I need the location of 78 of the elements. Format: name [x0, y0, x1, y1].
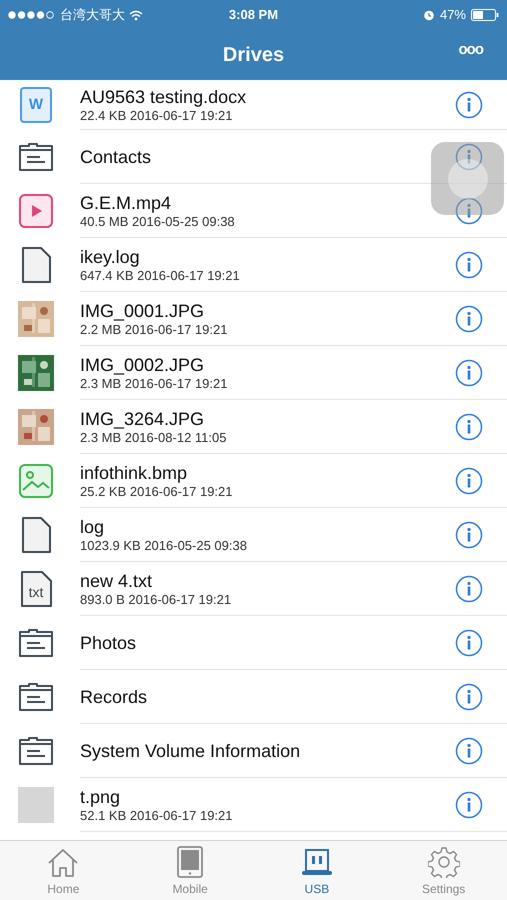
- text-file-icon: txt: [19, 570, 53, 608]
- file-details: 22.4 KB 2016-06-17 19:21: [80, 108, 234, 123]
- file-details: 2.3 MB 2016-08-12 11:05: [80, 430, 228, 445]
- file-row[interactable]: G.E.M.mp4 40.5 MB 2016-05-25 09:38: [0, 184, 507, 238]
- file-name: System Volume Information: [80, 740, 302, 762]
- file-details: 647.4 KB 2016-06-17 19:21: [80, 268, 241, 283]
- thumbnail: [18, 787, 54, 823]
- file-row[interactable]: Records: [0, 670, 507, 724]
- file-details: 2.2 MB 2016-06-17 19:21: [80, 322, 228, 337]
- file-row[interactable]: infothink.bmp 25.2 KB 2016-06-17 19:21: [0, 454, 507, 508]
- info-icon[interactable]: [455, 412, 483, 440]
- file-row[interactable]: ikey.log 647.4 KB 2016-06-17 19:21: [0, 238, 507, 292]
- home-icon: [46, 848, 80, 878]
- info-icon[interactable]: [455, 90, 483, 118]
- info-icon[interactable]: [455, 466, 483, 494]
- file-icon: [20, 246, 52, 284]
- file-name: Records: [80, 686, 148, 708]
- file-row[interactable]: txt new 4.txt 893.0 B 2016-06-17 19:21: [0, 562, 507, 616]
- file-row[interactable]: t.png 52.1 KB 2016-06-17 19:21: [0, 778, 507, 832]
- file-row[interactable]: IMG_3264.JPG 2.3 MB 2016-08-12 11:05: [0, 400, 507, 454]
- file-row[interactable]: log 1023.9 KB 2016-05-25 09:38: [0, 508, 507, 562]
- file-details: 893.0 B 2016-06-17 19:21: [80, 592, 232, 607]
- tab-button[interactable]: USB: [254, 841, 380, 900]
- file-details: 2.3 MB 2016-06-17 19:21: [80, 376, 228, 391]
- usb-drive-icon: [300, 848, 333, 878]
- file-details: 1023.9 KB 2016-05-25 09:38: [80, 538, 248, 553]
- word-document-icon: W: [20, 87, 52, 123]
- more-button[interactable]: ooo: [458, 42, 483, 57]
- file-name: IMG_3264.JPG: [80, 408, 206, 430]
- file-name: G.E.M.mp4: [80, 192, 172, 214]
- file-name: AU9563 testing.docx: [80, 86, 248, 108]
- file-name: IMG_0001.JPG: [80, 300, 206, 322]
- tablet-icon: [177, 846, 204, 878]
- info-icon[interactable]: [455, 682, 483, 710]
- file-icon: [20, 516, 52, 554]
- alarm-icon: [422, 9, 435, 21]
- info-icon[interactable]: [455, 250, 483, 278]
- settings-icon: [428, 846, 460, 878]
- info-icon[interactable]: [455, 358, 483, 386]
- file-details: 52.1 KB 2016-06-17 19:21: [80, 808, 234, 823]
- info-icon[interactable]: [455, 790, 483, 818]
- image-file-icon: [19, 464, 53, 498]
- file-name: t.png: [80, 786, 122, 808]
- info-icon[interactable]: [455, 142, 483, 170]
- nav-title: Drives: [222, 43, 284, 68]
- folder-icon: [18, 627, 54, 659]
- info-icon[interactable]: [455, 196, 483, 224]
- file-row[interactable]: Photos: [0, 616, 507, 670]
- file-details: 40.5 MB 2016-05-25 09:38: [80, 214, 236, 229]
- file-details: 25.2 KB 2016-06-17 19:21: [80, 484, 234, 499]
- file-row[interactable]: System Volume Information: [0, 724, 507, 778]
- file-row[interactable]: IMG_0001.JPG 2.2 MB 2016-06-17 19:21: [0, 292, 507, 346]
- video-file-icon: [19, 194, 53, 228]
- file-name: new 4.txt: [80, 570, 154, 592]
- file-row[interactable]: W AU9563 testing.docx 22.4 KB 2016-06-17 19:21: [0, 80, 507, 130]
- info-icon[interactable]: [455, 304, 483, 332]
- info-icon[interactable]: [455, 520, 483, 548]
- folder-icon: [18, 681, 54, 713]
- battery-percent: 47%: [440, 6, 466, 24]
- battery-icon: [471, 9, 499, 21]
- file-name: ikey.log: [80, 246, 141, 268]
- assistive-touch-button[interactable]: [431, 142, 504, 215]
- info-icon[interactable]: [455, 574, 483, 602]
- file-name: Photos: [80, 632, 138, 654]
- folder-icon: [18, 735, 54, 767]
- file-name: Contacts: [80, 146, 152, 168]
- folder-icon: [18, 141, 54, 173]
- wifi-icon: [129, 10, 143, 20]
- info-icon[interactable]: [455, 736, 483, 764]
- file-row[interactable]: Contacts: [0, 130, 507, 184]
- file-name: log: [80, 516, 106, 538]
- signal-icon: [8, 11, 56, 19]
- file-row[interactable]: IMG_0002.JPG 2.3 MB 2016-06-17 19:21: [0, 346, 507, 400]
- file-name: IMG_0002.JPG: [80, 354, 206, 376]
- file-name: infothink.bmp: [80, 462, 188, 484]
- carrier-name: 台湾大哥大: [60, 6, 125, 24]
- info-icon[interactable]: [455, 628, 483, 656]
- status-time: 3:08 PM: [228, 6, 280, 24]
